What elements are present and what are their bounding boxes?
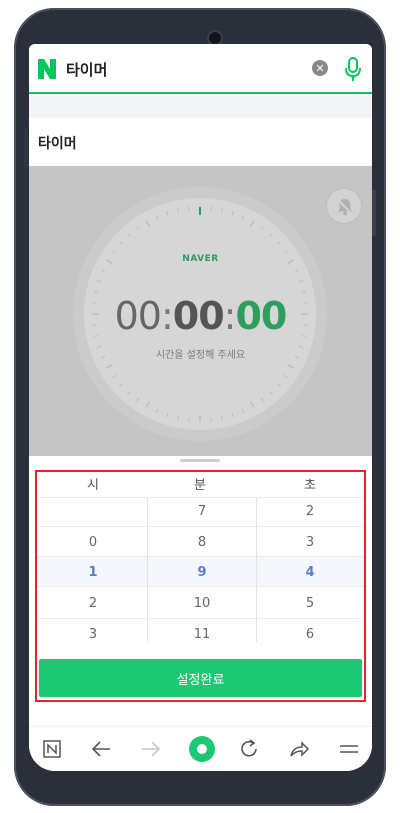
naver-home-icon	[43, 740, 61, 758]
picker-minute-item[interactable]: 8	[147, 535, 257, 550]
search-bar: 타이머 ✕	[29, 44, 372, 94]
picker-second-selected[interactable]: 4	[255, 565, 365, 580]
picker-minute-selected[interactable]: 9	[147, 565, 257, 580]
section-title: 타이머	[38, 136, 77, 152]
row-divider	[37, 618, 364, 619]
clear-icon[interactable]: ✕	[312, 60, 328, 76]
picker-second-item[interactable]: 6	[255, 627, 365, 642]
nav-menu[interactable]	[336, 736, 362, 762]
bell-off-icon	[337, 199, 353, 216]
picker-second-item[interactable]: 5	[255, 596, 365, 611]
time-hours: 00	[114, 294, 162, 338]
time-hint: 시간을 설정해 주세요	[155, 350, 246, 361]
bottom-nav	[29, 726, 372, 771]
header-minutes: 분	[194, 478, 206, 493]
picker-minute-item[interactable]: 11	[147, 627, 257, 642]
row-divider	[37, 526, 364, 527]
naver-brand-mark: NAVER	[182, 254, 219, 264]
front-camera	[209, 32, 221, 44]
timer-area: NAVER 00:00:00 시간을 설정해 주세요	[29, 166, 372, 456]
time-seconds: 00	[235, 294, 287, 338]
naver-n-logo[interactable]	[37, 58, 57, 80]
picker-second-item[interactable]: 2	[255, 504, 365, 519]
picker-second-item[interactable]: 3	[255, 535, 365, 550]
search-query[interactable]: 타이머	[66, 59, 107, 80]
header-seconds: 초	[304, 478, 316, 493]
row-divider	[37, 586, 364, 587]
picker-minute-item[interactable]: 10	[147, 596, 257, 611]
refresh-icon	[241, 739, 257, 757]
time-picker: 시 분 초 0 1 2 3 7 8 9 10 11 2 3 4 5 6 설정완료	[29, 456, 372, 726]
nav-green-dot[interactable]	[187, 734, 217, 764]
picker-minute-item[interactable]: 7	[147, 504, 257, 519]
nav-share[interactable]	[286, 736, 312, 762]
time-colon: :	[223, 294, 237, 338]
menu-icon	[340, 745, 358, 753]
row-divider	[37, 497, 364, 498]
forward-arrow-icon	[142, 741, 161, 757]
nav-back[interactable]	[88, 736, 114, 762]
header-hours: 시	[87, 478, 99, 493]
volume-button	[24, 128, 28, 168]
nav-home[interactable]	[39, 736, 65, 762]
mic-icon[interactable]	[343, 56, 363, 82]
screen: 타이머 ✕ 타이머 NAVER 00:00:00 시간을 설정해 주세요 시 분…	[29, 44, 372, 771]
time-display: 00:00:00	[29, 294, 372, 338]
nav-forward[interactable]	[138, 736, 164, 762]
drag-handle[interactable]	[180, 459, 220, 462]
time-minutes: 00	[172, 294, 225, 338]
green-dot-icon	[189, 736, 215, 762]
section-gap	[29, 96, 372, 118]
nav-refresh[interactable]	[236, 736, 262, 762]
sound-toggle-button[interactable]	[326, 188, 362, 224]
back-arrow-icon	[91, 741, 110, 757]
confirm-button[interactable]: 설정완료	[39, 659, 362, 697]
picker-hour-selected[interactable]: 1	[38, 565, 148, 580]
share-icon	[290, 741, 310, 757]
picker-hour-item[interactable]: 0	[38, 535, 148, 550]
section-header: 타이머	[29, 118, 372, 166]
time-colon: :	[160, 294, 174, 338]
picker-hour-item[interactable]: 2	[38, 596, 148, 611]
row-divider	[37, 556, 364, 557]
picker-hour-item[interactable]: 3	[38, 627, 148, 642]
